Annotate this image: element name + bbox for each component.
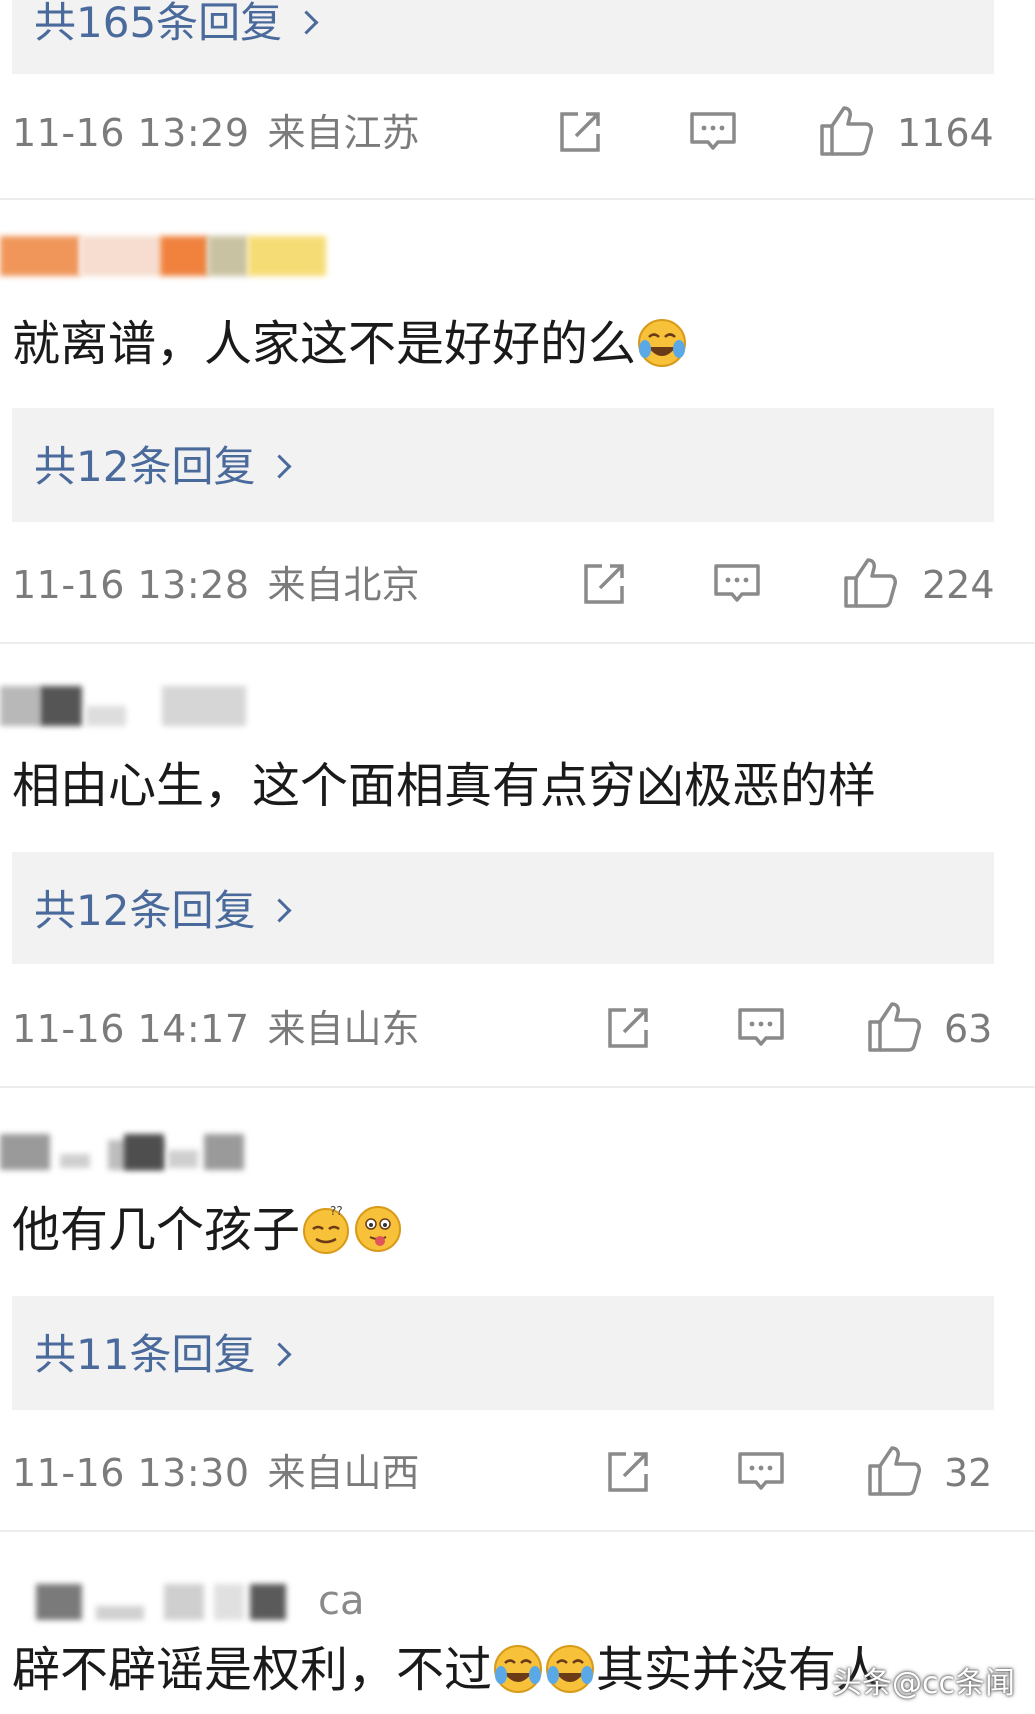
comment-icon[interactable] — [736, 1448, 786, 1496]
divider — [0, 642, 1035, 644]
watermark: 头条@cc条闻 — [832, 1666, 1015, 1701]
divider — [0, 198, 1035, 200]
tongue-face-icon — [355, 1206, 402, 1252]
like-count: 224 — [922, 563, 995, 607]
like-icon[interactable] — [866, 1000, 922, 1054]
reply-count-label: 共165条回复 — [34, 0, 283, 47]
divider — [0, 1086, 1035, 1088]
comment-text: 就离谱，人家这不是好好的么 — [12, 319, 688, 369]
reply-count-label: 共12条回复 — [34, 442, 256, 491]
comment-location: 来自江苏 — [267, 111, 420, 155]
laugh-cry-icon — [494, 1645, 543, 1693]
like-icon[interactable] — [818, 104, 874, 158]
comment-time: 11-16 14:17 — [12, 1007, 250, 1051]
laugh-cry-icon — [546, 1645, 595, 1693]
comment-icon[interactable] — [688, 108, 738, 156]
comment-time: 11-16 13:28 — [12, 563, 250, 607]
view-replies-link[interactable]: 共11条回复 — [34, 1334, 292, 1376]
comment-location: 来自山西 — [267, 1451, 420, 1495]
share-icon[interactable] — [580, 560, 628, 608]
comment-icon[interactable] — [736, 1004, 786, 1052]
laugh-cry-icon — [638, 319, 687, 367]
comment-meta: 11-16 13:28 来自北京 — [12, 566, 420, 604]
reply-count-label: 共11条回复 — [34, 1330, 256, 1379]
share-icon[interactable] — [604, 1448, 652, 1496]
view-replies-link[interactable]: 共165条回复 — [34, 0, 319, 47]
chevron-right-icon — [267, 1342, 292, 1367]
comment-icon[interactable] — [712, 560, 762, 608]
comment-text: 他有几个孩子 ?? — [12, 1204, 404, 1255]
like-icon[interactable] — [842, 556, 898, 610]
reply-count-label: 共12条回复 — [34, 886, 256, 935]
comment-location: 来自山东 — [267, 1007, 420, 1051]
svg-text:??: ?? — [330, 1204, 343, 1218]
comment-meta: 11-16 13:29 来自江苏 — [12, 114, 420, 152]
divider — [0, 1530, 1035, 1532]
like-count: 32 — [944, 1451, 993, 1495]
like-count: 63 — [944, 1007, 993, 1051]
like-icon[interactable] — [866, 1444, 922, 1498]
share-icon[interactable] — [556, 108, 604, 156]
dizzy-face-icon: ?? — [303, 1204, 350, 1254]
comment-time: 11-16 13:30 — [12, 1451, 250, 1495]
comment-username: ca — [318, 1578, 365, 1624]
comment-meta: 11-16 14:17 来自山东 — [12, 1010, 420, 1048]
comment-location: 来自北京 — [267, 563, 420, 607]
chevron-right-icon — [267, 898, 292, 923]
comment-time: 11-16 13:29 — [12, 111, 250, 155]
chevron-right-icon — [294, 10, 319, 35]
view-replies-link[interactable]: 共12条回复 — [34, 890, 292, 932]
view-replies-link[interactable]: 共12条回复 — [34, 446, 292, 488]
chevron-right-icon — [267, 454, 292, 479]
like-count: 1164 — [897, 111, 994, 155]
comment-text: 辟不辟谣是权利，不过 其实并没有人 — [12, 1642, 885, 1698]
comment-meta: 11-16 13:30 来自山西 — [12, 1454, 420, 1492]
comment-text: 相由心生，这个面相真有点穷凶极恶的样 — [12, 758, 877, 814]
share-icon[interactable] — [604, 1004, 652, 1052]
